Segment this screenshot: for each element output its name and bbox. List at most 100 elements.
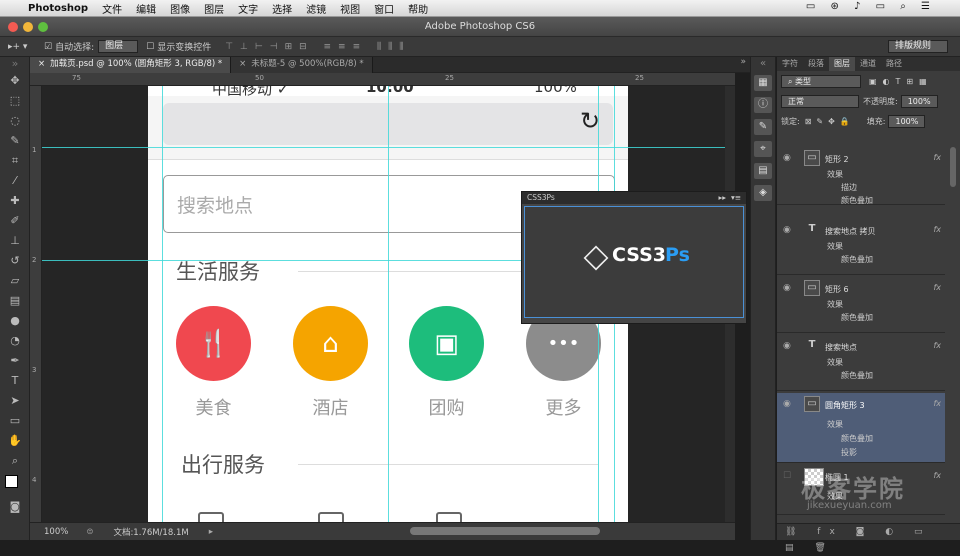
cutlery-icon[interactable]: 🍴 — [176, 306, 251, 381]
show-transform-checkbox[interactable]: ☐ — [146, 42, 154, 52]
eye-hidden-icon[interactable]: ☐ — [783, 471, 795, 481]
layer-row[interactable]: ◉ ▭ 矩形 2 fx 效果 描边 颜色叠加 — [777, 147, 945, 205]
panel-collapse-icon[interactable]: ▸▸ — [718, 192, 726, 204]
luggage-icon[interactable] — [198, 512, 224, 522]
menu-filter[interactable]: 滤镜 — [306, 1, 326, 16]
move-tool-icon[interactable]: ✥ — [0, 71, 30, 91]
menu-edit[interactable]: 编辑 — [136, 1, 156, 16]
dodge-tool-icon[interactable]: ◔ — [0, 331, 30, 351]
brush-preset-icon[interactable]: ✎ — [754, 119, 772, 135]
shape-tool-icon[interactable]: ▭ — [0, 411, 30, 431]
status-arrow-icon[interactable]: ▸ — [209, 527, 213, 537]
tab-layers[interactable]: 图层 — [829, 57, 855, 71]
eye-icon[interactable]: ◉ — [783, 341, 795, 351]
css3ps-panel-header[interactable]: CSS3Ps ▸▸ ▾≡ — [522, 192, 746, 204]
menu-image[interactable]: 图像 — [170, 1, 190, 16]
workspace-dropdown[interactable]: 排版规则 — [888, 40, 948, 53]
hand-tool-icon[interactable]: ✋ — [0, 431, 30, 451]
marquee-tool-icon[interactable]: ⬚ — [0, 91, 30, 111]
filter-icons[interactable]: ▣◐T⊞▦ — [869, 77, 933, 86]
clone-source-icon[interactable]: ⌖ — [754, 141, 772, 157]
fill-field[interactable]: 100% — [888, 114, 926, 128]
guide-vertical[interactable] — [162, 86, 163, 522]
auto-select-checkbox[interactable]: ☑ — [44, 42, 52, 52]
zoom-window-button[interactable] — [38, 22, 48, 32]
layer-row[interactable]: ◉ ▭ 矩形 6 fx 效果 颜色叠加 — [777, 277, 945, 333]
tools-collapse-icon[interactable]: » — [0, 57, 30, 71]
menu-app[interactable]: Photoshop — [28, 3, 88, 14]
tab-character[interactable]: 字符 — [777, 57, 803, 71]
pen-tool-icon[interactable]: ✒ — [0, 351, 30, 371]
eye-icon[interactable]: ◉ — [783, 399, 795, 409]
zoom-level[interactable]: 100% — [44, 527, 68, 537]
service-label-group[interactable]: 团购 — [409, 394, 484, 420]
eye-icon[interactable]: ◉ — [783, 283, 795, 293]
menubar-status-icons[interactable]: ▭ ⊛ ♪ ▭ ⌕ ☰ — [806, 1, 936, 12]
zoom-tool-icon[interactable]: ⌕ — [0, 451, 30, 471]
dock-collapse-icon[interactable]: « — [754, 59, 772, 69]
brush-tool-icon[interactable]: ✐ — [0, 211, 30, 231]
bag-icon[interactable]: ▣ — [409, 306, 484, 381]
panel-menu-icon[interactable]: ▾≡ — [731, 192, 741, 204]
lamp-icon[interactable]: ⌂ — [293, 306, 368, 381]
lasso-tool-icon[interactable]: ◌ — [0, 111, 30, 131]
gradient-tool-icon[interactable]: ▤ — [0, 291, 30, 311]
ruler-top[interactable]: 75 50 25 25 — [30, 73, 735, 86]
align-buttons[interactable]: ⊤⊥⊢⊣⊞⊟ ≡≡≡ ⫼⫼⫼ — [225, 42, 410, 52]
history-brush-tool-icon[interactable]: ↺ — [0, 251, 30, 271]
horizontal-scrollbar[interactable] — [410, 527, 600, 535]
luggage-icon[interactable] — [436, 512, 462, 522]
luggage-icon[interactable] — [318, 512, 344, 522]
close-window-button[interactable] — [8, 22, 18, 32]
layer-row[interactable]: ◉ T 搜索地点 拷贝 fx 效果 颜色叠加 — [777, 219, 945, 275]
eye-icon[interactable]: ◉ — [783, 153, 795, 163]
menu-file[interactable]: 文件 — [102, 1, 122, 16]
tab-untitled-5[interactable]: × 未标题-5 @ 500%(RGB/8) * — [231, 57, 373, 73]
stamp-tool-icon[interactable]: ⊥ — [0, 231, 30, 251]
opacity-field[interactable]: 100% — [900, 94, 938, 108]
quick-mask-icon[interactable]: ◙ — [0, 497, 30, 517]
eye-icon[interactable]: ◉ — [783, 225, 795, 235]
menu-window[interactable]: 窗口 — [374, 1, 394, 16]
color-swatches[interactable] — [0, 471, 29, 497]
crop-tool-icon[interactable]: ⌗ — [0, 151, 30, 171]
minimize-window-button[interactable] — [23, 22, 33, 32]
layer-row-selected[interactable]: ◉ ▭ 圆角矩形 3 fx 效果 颜色叠加 投影 — [777, 393, 945, 463]
quick-select-tool-icon[interactable]: ✎ — [0, 131, 30, 151]
eyedropper-tool-icon[interactable]: ⁄ — [0, 171, 30, 191]
tab-paths[interactable]: 路径 — [881, 57, 907, 71]
layers-footer-icons[interactable]: ⛓ fx ◙ ◐ ▭ ▤ 🗑 — [777, 523, 960, 553]
tabs-overflow-icon[interactable]: » — [740, 57, 746, 67]
css3ps-panel-icon[interactable]: ◈ — [754, 185, 772, 201]
auto-select-dropdown[interactable]: 图层 — [98, 40, 139, 53]
move-tool-icon[interactable]: ▸+ ▾ — [8, 42, 38, 52]
css3ps-logo-area[interactable]: CSS3 Ps — [524, 206, 744, 318]
menu-type[interactable]: 文字 — [238, 1, 258, 16]
lock-icons[interactable]: ⊠✎✥🔒 — [805, 117, 855, 126]
menu-view[interactable]: 视图 — [340, 1, 360, 16]
menu-layer[interactable]: 图层 — [204, 1, 224, 16]
path-select-tool-icon[interactable]: ➤ — [0, 391, 30, 411]
service-label-more[interactable]: 更多 — [526, 394, 601, 420]
tab-channels[interactable]: 通道 — [855, 57, 881, 71]
type-tool-icon[interactable]: T — [0, 371, 30, 391]
info-icon[interactable]: ⓘ — [754, 97, 772, 113]
layer-row[interactable]: ◉ T 搜索地点 fx 效果 颜色叠加 — [777, 335, 945, 391]
service-label-food[interactable]: 美食 — [176, 394, 251, 420]
history-icon[interactable]: ▦ — [754, 75, 772, 91]
layers-scrollbar[interactable] — [950, 147, 956, 187]
menu-select[interactable]: 选择 — [272, 1, 292, 16]
guide-horizontal[interactable] — [42, 147, 735, 148]
script-icon[interactable]: ▤ — [754, 163, 772, 179]
ruler-left[interactable]: 1 2 3 4 — [30, 86, 42, 522]
status-info-icon[interactable]: ⊜ — [86, 527, 93, 537]
eraser-tool-icon[interactable]: ▱ — [0, 271, 30, 291]
menu-help[interactable]: 帮助 — [408, 1, 428, 16]
blur-tool-icon[interactable]: ● — [0, 311, 30, 331]
filter-kind-dropdown[interactable]: ⌕ 类型 — [781, 74, 861, 88]
service-label-hotel[interactable]: 酒店 — [293, 394, 368, 420]
guide-vertical[interactable] — [388, 86, 389, 522]
tab-loading-psd[interactable]: × 加载页.psd @ 100% (圆角矩形 3, RGB/8) * — [30, 57, 232, 73]
healing-tool-icon[interactable]: ✚ — [0, 191, 30, 211]
tab-paragraph[interactable]: 段落 — [803, 57, 829, 71]
